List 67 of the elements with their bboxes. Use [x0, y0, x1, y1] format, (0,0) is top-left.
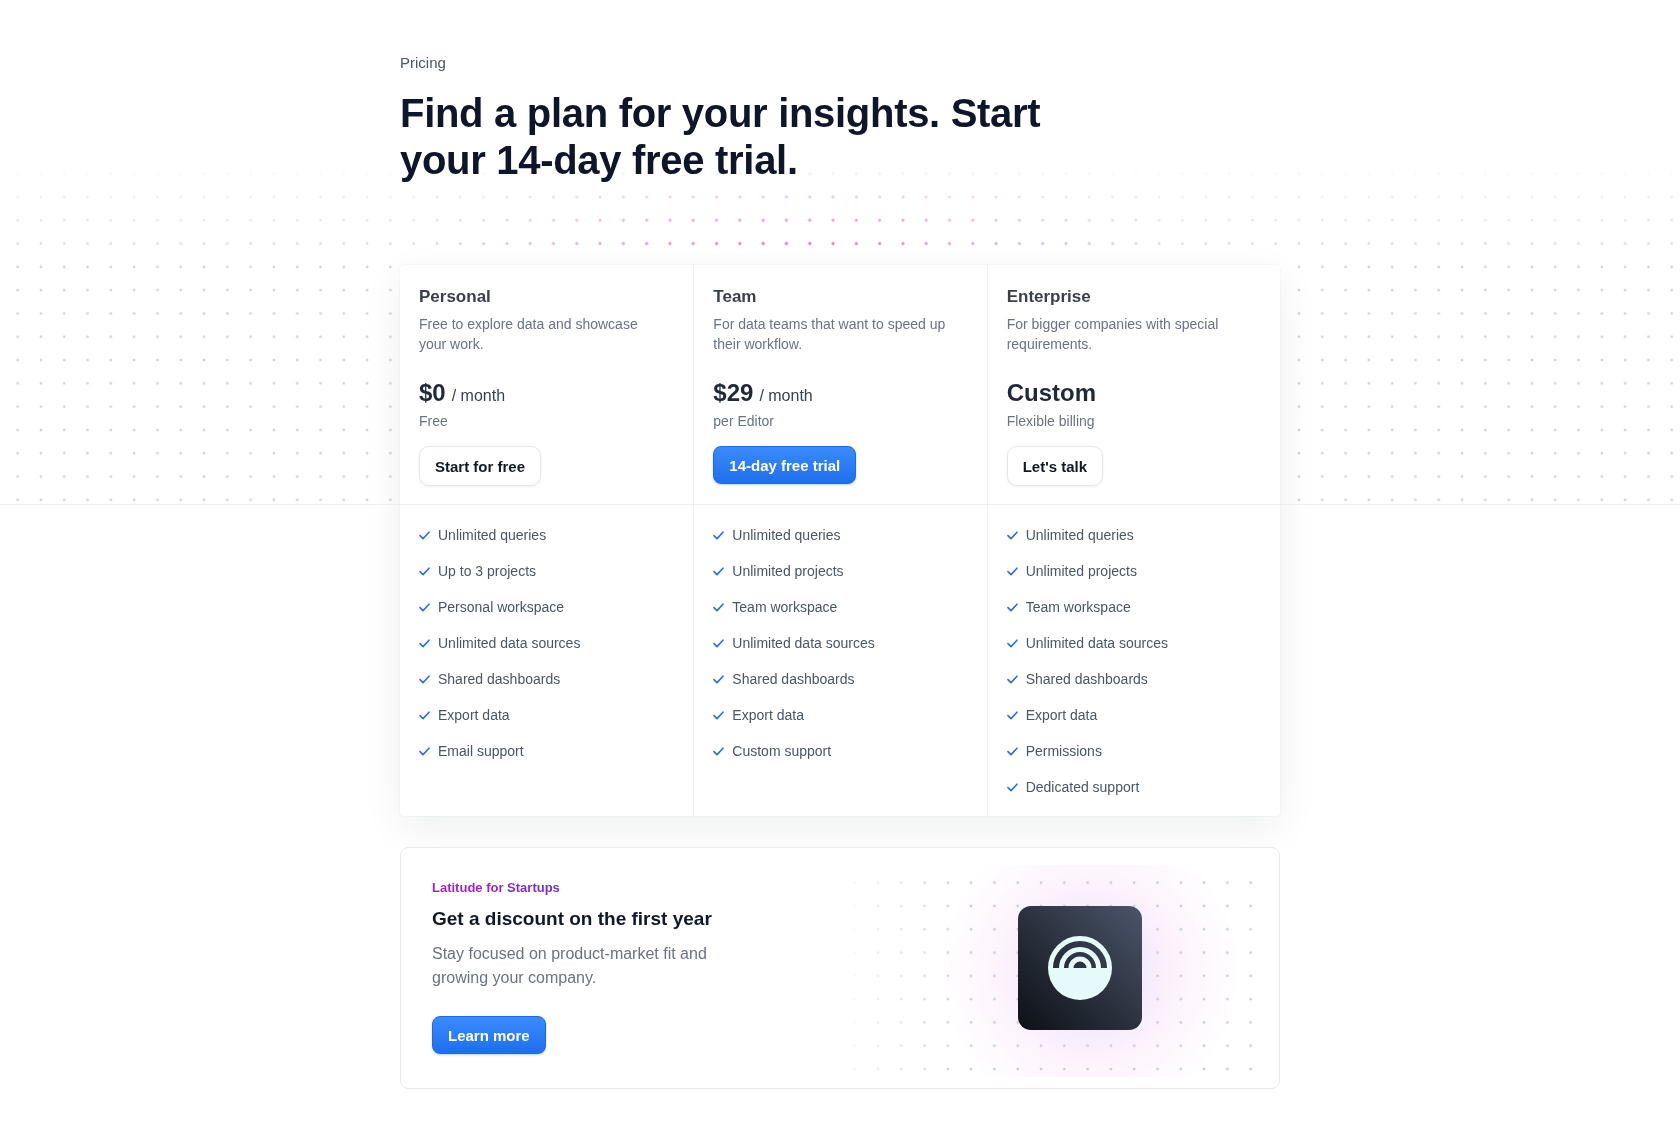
feature-text: Shared dashboards	[1025, 670, 1148, 689]
feature-text: Dedicated support	[1025, 778, 1140, 797]
promo-button[interactable]: Learn more	[432, 1016, 546, 1054]
app-logo-icon	[1018, 906, 1142, 1030]
check-icon	[713, 638, 725, 648]
price-period: / month	[451, 386, 506, 406]
check-icon	[713, 530, 725, 540]
check-icon	[1006, 638, 1018, 648]
plan-price: Custom	[1006, 378, 1096, 408]
page-heading: Find a plan for your insights. Start your 14-day free trial.	[400, 90, 1042, 184]
check-icon	[419, 710, 430, 720]
check-icon	[713, 602, 725, 612]
plan-price: $0	[419, 378, 446, 408]
billing-note: Flexible billing	[1006, 412, 1096, 431]
check-icon	[419, 746, 430, 756]
plan-description: For data teams that want to speed up their workflow.	[713, 315, 947, 354]
billing-note: Free	[419, 412, 449, 431]
plan-button[interactable]: Let's talk	[1006, 446, 1104, 486]
check-icon	[713, 674, 725, 684]
check-icon	[419, 638, 430, 648]
plan-name: Personal	[419, 286, 492, 308]
check-icon	[1006, 710, 1018, 720]
feature-text: Email support	[438, 742, 524, 761]
feature-text: Unlimited queries	[732, 526, 841, 545]
feature-text: Unlimited data sources	[1025, 634, 1169, 653]
check-icon	[419, 530, 430, 540]
check-icon	[1006, 782, 1018, 792]
plan-name: Enterprise	[1006, 286, 1092, 308]
feature-text: Unlimited data sources	[732, 634, 875, 653]
feature-text: Team workspace	[1025, 598, 1131, 617]
check-icon	[1006, 674, 1018, 684]
feature-text: Shared dashboards	[438, 670, 561, 689]
feature-text: Up to 3 projects	[438, 562, 537, 581]
feature-text: Unlimited queries	[438, 526, 547, 545]
feature-text: Export data	[732, 706, 804, 725]
feature-text: Unlimited queries	[1025, 526, 1134, 545]
feature-text: Personal workspace	[438, 598, 565, 617]
plan-price: $29	[713, 378, 754, 408]
feature-text: Unlimited projects	[732, 562, 844, 581]
feature-text: Export data	[438, 706, 510, 725]
feature-text: Unlimited data sources	[438, 634, 581, 653]
feature-text: Unlimited projects	[1025, 562, 1137, 581]
check-icon	[419, 602, 430, 612]
check-icon	[419, 566, 430, 576]
check-icon	[1006, 530, 1018, 540]
plan-description: Free to explore data and showcase your work.	[419, 315, 639, 354]
check-icon	[419, 674, 430, 684]
promo-description: Stay focused on product-market fit and growing your company.	[432, 944, 708, 988]
check-icon	[713, 746, 725, 756]
plan-button[interactable]: Start for free	[419, 446, 542, 486]
check-icon	[713, 710, 725, 720]
check-icon	[1006, 566, 1018, 576]
feature-text: Shared dashboards	[732, 670, 855, 689]
check-icon	[1006, 746, 1018, 756]
feature-text: Team workspace	[732, 598, 838, 617]
feature-text: Custom support	[732, 742, 832, 761]
feature-text: Export data	[1025, 706, 1098, 725]
billing-note: per Editor	[713, 412, 776, 431]
price-period: / month	[759, 386, 813, 406]
promo-title: Get a discount on the first year	[432, 907, 712, 931]
check-icon	[713, 566, 725, 576]
feature-text: Permissions	[1025, 742, 1102, 761]
section-label: Pricing	[400, 53, 447, 73]
plan-button[interactable]: 14-day free trial	[713, 446, 857, 484]
plan-description: For bigger companies with special requirements.	[1006, 315, 1220, 354]
plan-name: Team	[713, 286, 758, 308]
check-icon	[1006, 602, 1018, 612]
